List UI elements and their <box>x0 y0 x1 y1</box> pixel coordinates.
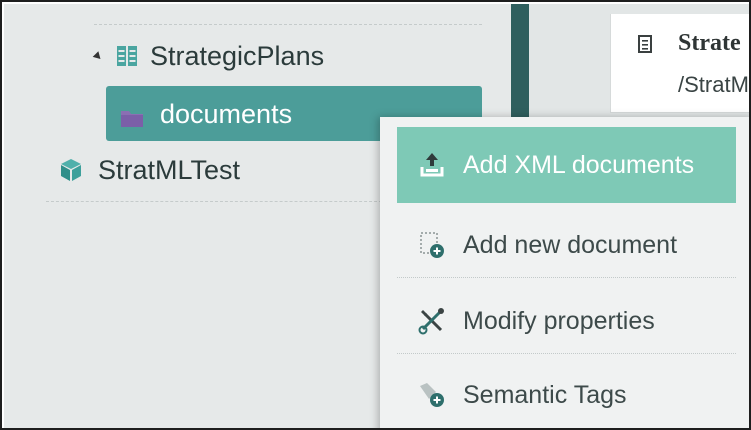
tree-item-label: documents <box>160 98 293 129</box>
bookshelf-icon <box>116 44 138 68</box>
detail-path: /StratM <box>678 72 749 97</box>
folder-icon <box>120 104 144 127</box>
tree-item-stratmltest[interactable]: StratMLTest <box>60 150 593 190</box>
menu-item-label: Add XML documents <box>463 150 695 179</box>
tag-add-icon <box>417 380 447 410</box>
caret-down-icon[interactable] <box>92 50 104 62</box>
tools-icon <box>417 306 447 336</box>
tree-item-label: StrategicPlans <box>150 40 325 71</box>
menu-item-label: Add new document <box>463 230 678 259</box>
document-icon <box>638 35 652 53</box>
menu-item-add-xml-documents[interactable]: Add XML documents <box>397 127 736 203</box>
context-menu: Add XML documents Add new document Modif… <box>380 117 749 428</box>
app-window: StrategicPlans documents StratMLTest Str… <box>0 0 751 430</box>
tree-item-label: StratMLTest <box>98 154 241 185</box>
menu-separator <box>397 277 736 278</box>
menu-item-label: Modify properties <box>463 306 655 335</box>
menu-item-add-new-document[interactable]: Add new document <box>397 207 736 283</box>
tree-item-strategicplans[interactable]: StrategicPlans <box>92 36 325 76</box>
tree-separator <box>46 201 382 202</box>
cube-icon <box>60 158 82 182</box>
new-document-icon <box>417 230 447 260</box>
upload-tray-icon <box>417 150 447 180</box>
tree-item-documents-content[interactable]: documents <box>120 94 653 134</box>
detail-title: Strate <box>678 30 741 56</box>
menu-item-label: Semantic Tags <box>463 380 627 409</box>
menu-item-modify-properties[interactable]: Modify properties <box>397 283 736 359</box>
tree-separator <box>94 24 482 25</box>
menu-separator <box>397 353 736 354</box>
menu-item-semantic-tags[interactable]: Semantic Tags <box>397 357 736 428</box>
detail-card <box>610 14 749 113</box>
